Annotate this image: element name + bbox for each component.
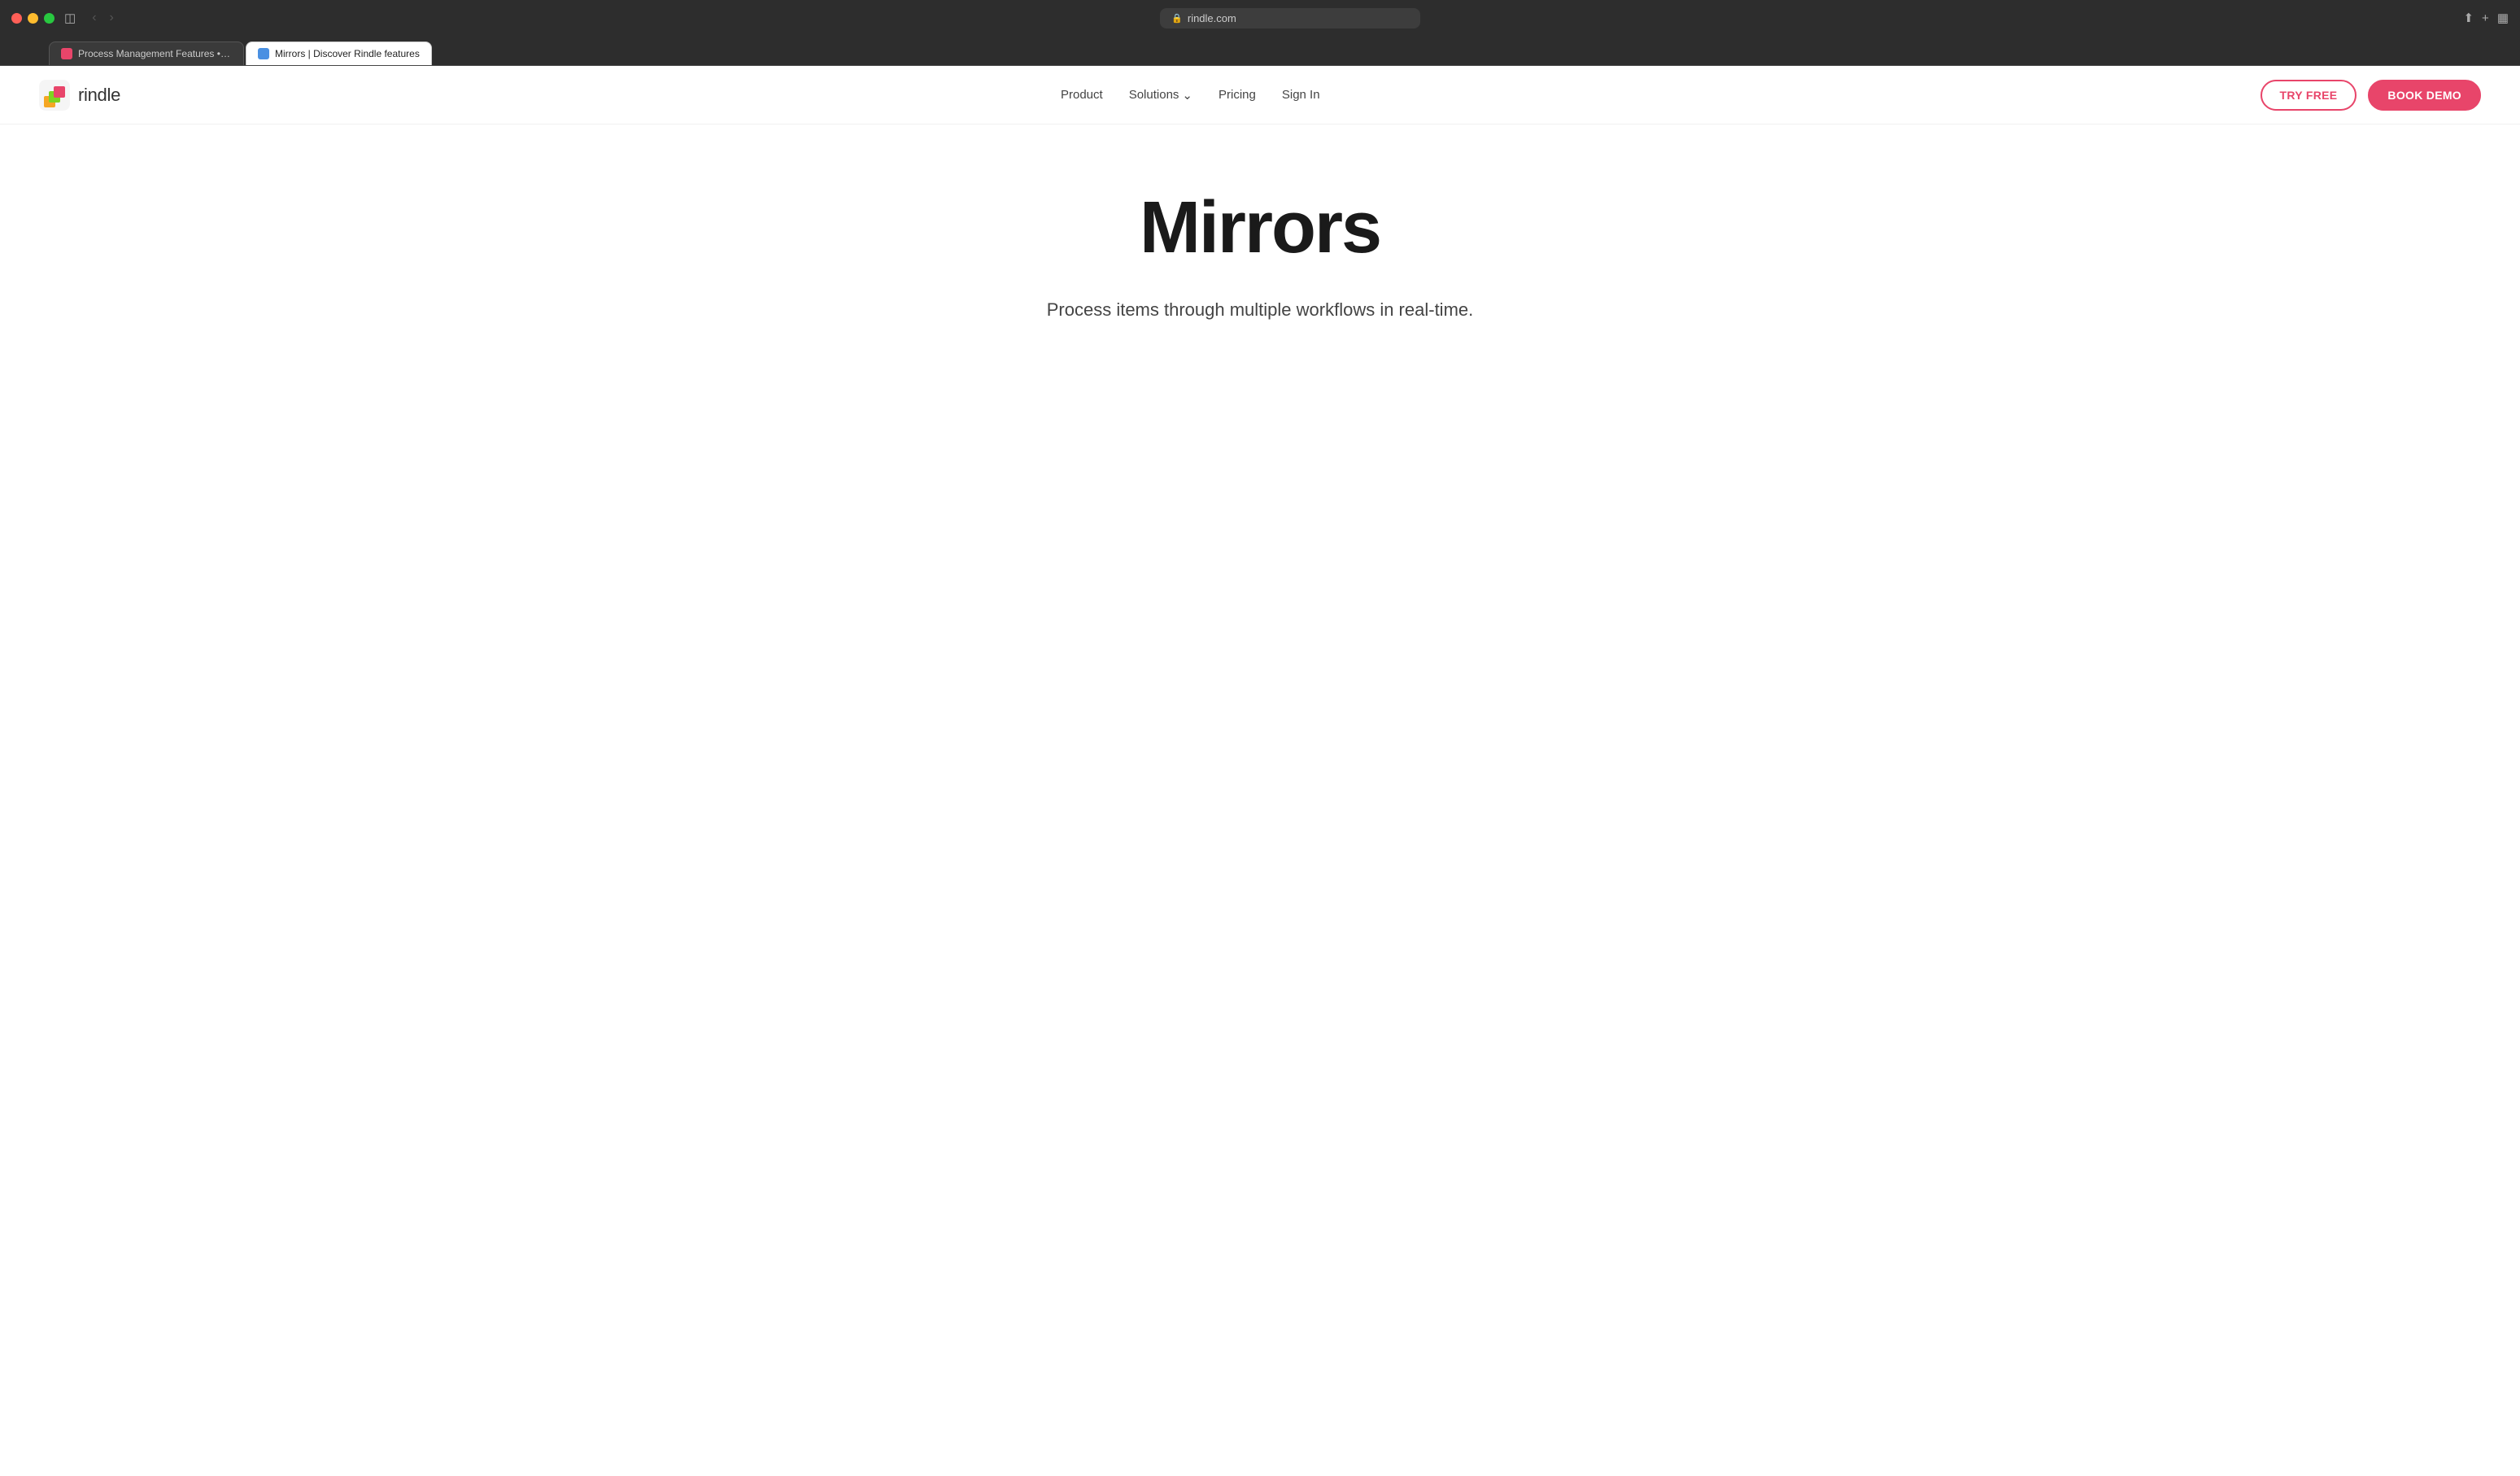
website-content: rindle Product Solutions ⌄ Pricing Sign …: [0, 66, 2520, 1476]
new-tab-button[interactable]: +: [2482, 11, 2489, 25]
nav-link-pricing-label: Pricing: [1219, 88, 1256, 102]
sidebar-toggle-button[interactable]: ◫: [64, 11, 76, 25]
tab-2-favicon: [258, 48, 269, 59]
nav-link-pricing[interactable]: Pricing: [1219, 88, 1256, 102]
browser-toolbar: ◫ ‹ › 🔒 rindle.com ⬆ + ▦: [0, 0, 2520, 36]
browser-right-actions: ⬆ + ▦: [2463, 11, 2509, 25]
nav-link-product[interactable]: Product: [1061, 88, 1103, 102]
navbar: rindle Product Solutions ⌄ Pricing Sign …: [0, 66, 2520, 124]
nav-link-solutions-label: Solutions: [1129, 88, 1179, 102]
browser-forward-button[interactable]: ›: [107, 10, 117, 26]
lock-icon: 🔒: [1171, 13, 1183, 24]
tab-overview-button[interactable]: ▦: [2497, 11, 2509, 25]
browser-back-button[interactable]: ‹: [89, 10, 99, 26]
browser-tab-2[interactable]: Mirrors | Discover Rindle features: [246, 41, 432, 65]
nav-link-sign-in[interactable]: Sign In: [1282, 88, 1320, 102]
minimize-window-button[interactable]: [28, 13, 38, 24]
browser-chrome: ◫ ‹ › 🔒 rindle.com ⬆ + ▦ Process Managem…: [0, 0, 2520, 66]
tabs-bar: Process Management Features • Rindle Mir…: [0, 36, 2520, 65]
tab-1-favicon: [61, 48, 72, 59]
traffic-lights: [11, 13, 54, 24]
fullscreen-window-button[interactable]: [44, 13, 54, 24]
tab-2-label: Mirrors | Discover Rindle features: [275, 48, 420, 59]
share-button[interactable]: ⬆: [2463, 11, 2474, 25]
address-bar[interactable]: 🔒 rindle.com: [1160, 8, 1420, 28]
brand-name: rindle: [78, 85, 120, 106]
address-bar-wrapper: 🔒 rindle.com: [127, 8, 2454, 28]
hero-subtitle: Process items through multiple workflows…: [1047, 296, 1474, 323]
close-window-button[interactable]: [11, 13, 22, 24]
url-display: rindle.com: [1188, 12, 1236, 24]
browser-nav-buttons: ‹ ›: [89, 10, 117, 26]
nav-links: Product Solutions ⌄ Pricing Sign In: [1061, 88, 1320, 103]
solutions-dropdown-chevron: ⌄: [1182, 88, 1192, 103]
try-free-button[interactable]: TRY FREE: [2261, 80, 2357, 111]
browser-tab-1[interactable]: Process Management Features • Rindle: [49, 41, 244, 65]
tab-1-label: Process Management Features • Rindle: [78, 48, 232, 59]
nav-link-sign-in-label: Sign In: [1282, 88, 1320, 102]
nav-actions: TRY FREE BOOK DEMO: [2261, 80, 2481, 111]
nav-link-product-label: Product: [1061, 88, 1103, 102]
book-demo-button[interactable]: BOOK DEMO: [2368, 80, 2481, 111]
brand-logo: [39, 80, 70, 111]
nav-link-solutions[interactable]: Solutions ⌄: [1129, 88, 1192, 103]
brand-logo-link[interactable]: rindle: [39, 80, 120, 111]
hero-title: Mirrors: [1140, 190, 1380, 267]
hero-section: Mirrors Process items through multiple w…: [0, 124, 2520, 372]
